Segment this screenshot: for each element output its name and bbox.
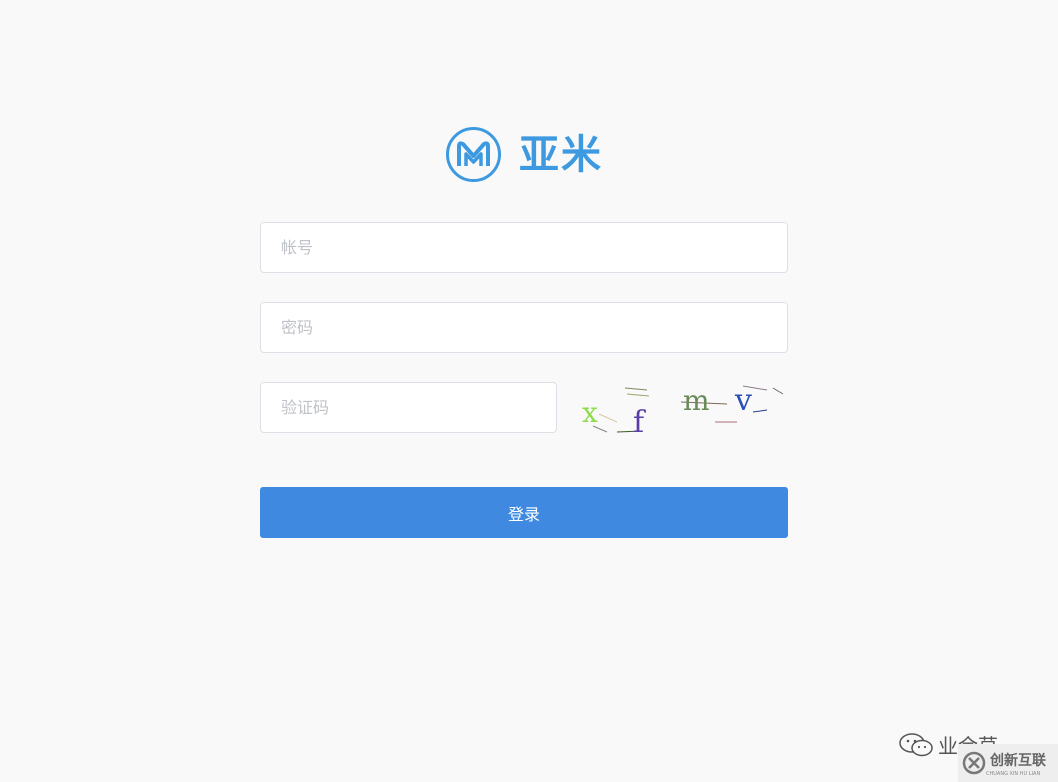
brand-name: 亚米 — [519, 131, 603, 178]
svg-text:f: f — [633, 405, 646, 438]
watermark-brand-subtext: CHUANG XIN HU LIAN — [986, 770, 1041, 777]
watermark-brand: 创新互联 CHUANG XIN HU LIAN — [958, 744, 1058, 782]
password-input[interactable] — [260, 302, 788, 353]
watermark-brand-text: 创新互联 — [990, 752, 1046, 769]
logo: 亚米 — [445, 126, 603, 183]
brand-logo-icon — [962, 751, 986, 775]
wechat-icon — [899, 732, 933, 756]
logo-mark-icon — [446, 127, 501, 182]
captcha-input[interactable] — [260, 382, 557, 433]
login-button[interactable]: 登录 — [260, 487, 788, 538]
account-input[interactable] — [260, 222, 788, 273]
svg-text:x: x — [582, 396, 598, 429]
watermark: 业余草 创新互联 CHUANG XIN HU LIAN — [898, 720, 1058, 782]
captcha-image[interactable]: x f m v — [577, 378, 789, 438]
svg-text:m: m — [683, 384, 710, 417]
svg-text:v: v — [734, 383, 752, 418]
login-page: 亚米 x f m v 登录 业余草 — [0, 0, 1058, 782]
